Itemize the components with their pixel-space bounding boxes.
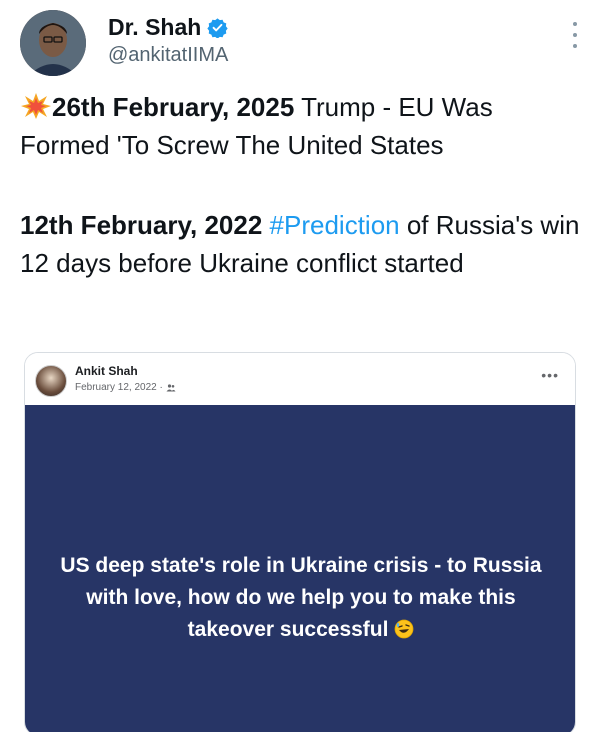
rolling-on-floor-laughing-emoji xyxy=(394,617,414,639)
verified-badge-icon xyxy=(207,17,228,39)
collision-emoji xyxy=(20,92,52,120)
tweet-header: Dr. Shah @ankitatIIMA xyxy=(18,8,582,78)
friends-icon xyxy=(166,383,176,392)
more-vertical-icon[interactable] xyxy=(570,22,580,48)
author-display-name[interactable]: Dr. Shah xyxy=(108,14,201,41)
author-avatar[interactable] xyxy=(20,10,86,76)
embedded-post-date: February 12, 2022 · xyxy=(75,382,163,393)
embedded-author-name: Ankit Shah xyxy=(75,364,138,378)
embedded-post-body: US deep state's role in Ukraine crisis -… xyxy=(25,405,575,732)
tweet-date-2025: 26th February, 2025 xyxy=(52,92,295,122)
embedded-post-image[interactable]: Ankit Shah February 12, 2022 · ••• US de… xyxy=(24,352,576,732)
tweet-paragraph-1: 26th February, 2025 Trump - EU Was Forme… xyxy=(20,88,580,164)
tweet-date-2022: 12th February, 2022 xyxy=(20,210,263,240)
embedded-post-header: Ankit Shah February 12, 2022 · ••• xyxy=(25,353,575,405)
tweet-paragraph-2: 12th February, 2022 #Prediction of Russi… xyxy=(20,206,580,282)
embedded-post-text: US deep state's role in Ukraine crisis -… xyxy=(55,550,547,646)
author-handle[interactable]: @ankitatIIMA xyxy=(108,44,228,67)
embedded-post-meta: February 12, 2022 · xyxy=(75,382,176,393)
embedded-more-icon: ••• xyxy=(541,367,559,383)
embedded-post-message: US deep state's role in Ukraine crisis -… xyxy=(60,554,542,641)
embedded-author-avatar xyxy=(35,365,67,397)
hashtag-link[interactable]: #Prediction xyxy=(270,210,400,240)
